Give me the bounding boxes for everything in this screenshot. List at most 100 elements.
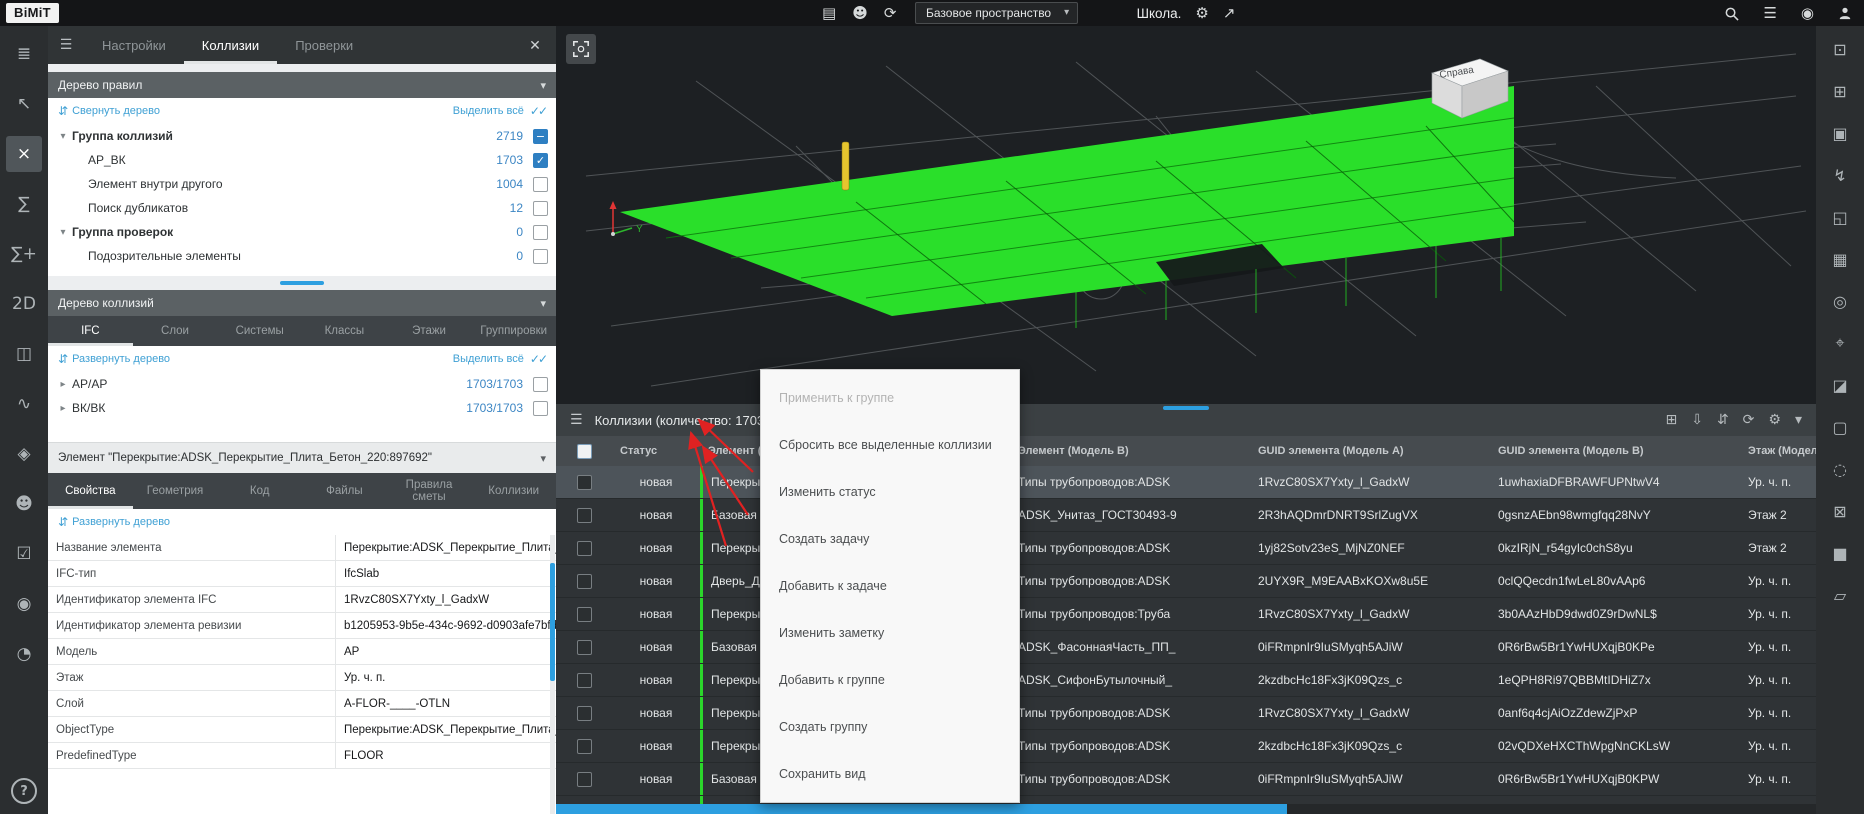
tab-settings[interactable]: Настройки xyxy=(84,26,184,64)
workspace-selector[interactable]: Базовое пространство ▾ xyxy=(915,2,1078,24)
context-menu-item[interactable]: Создать задачу xyxy=(761,515,1019,562)
settings-gear-icon[interactable]: ⚙ xyxy=(1195,4,1208,22)
table-row[interactable]: новаяПерекрытие:ADSK_Перекрытие_Плита_Бе… xyxy=(556,466,1816,499)
property-row[interactable]: IFC-типIfcSlab xyxy=(48,561,556,587)
tree-row[interactable]: ▾Группа проверок0 xyxy=(48,220,556,244)
screenshot-icon[interactable]: ▣ xyxy=(1824,118,1856,148)
duplicate-icon[interactable]: ⊞ xyxy=(1665,412,1677,428)
table-row[interactable]: новаяПерекрытие:ADSK_ПерекрытиеТипы труб… xyxy=(556,532,1816,565)
tab-systems[interactable]: Системы xyxy=(217,316,302,346)
property-row[interactable]: Идентификатор элемента IFC1RvzC80SX7Yxty… xyxy=(48,587,556,613)
table-row[interactable]: новаяПерекрытие:ADSK_ПерекрытиеТипы труб… xyxy=(556,730,1816,763)
expand-properties-link[interactable]: Развернуть дерево xyxy=(72,516,170,528)
row-checkbox[interactable] xyxy=(577,607,592,622)
plugins-tool-icon[interactable]: ◈ xyxy=(6,436,42,472)
2d-view-icon[interactable]: 2D xyxy=(6,286,42,322)
table-row[interactable]: новаяБазовая стена:ADSK_СтенаADSK_Унитаз… xyxy=(556,499,1816,532)
tab-geometry[interactable]: Геометрия xyxy=(133,473,218,509)
select-tool-icon[interactable]: ↖ xyxy=(6,86,42,122)
team-icon[interactable]: ☻ xyxy=(852,4,868,22)
quick-section-icon[interactable]: ↯ xyxy=(1824,160,1856,190)
users-admin-tool-icon[interactable]: ◉ xyxy=(6,586,42,622)
expand-tree-icon[interactable]: ⇵ xyxy=(58,352,66,366)
chevron-down-icon[interactable]: ▾ xyxy=(540,297,546,310)
row-checkbox[interactable] xyxy=(577,640,592,655)
tree-row[interactable]: ▸АР/АР1703/1703 xyxy=(48,372,556,396)
sum-tool-icon[interactable]: ∑ xyxy=(6,186,42,222)
share-icon[interactable]: ↗ xyxy=(1223,4,1236,22)
collapse-table-icon[interactable]: ▾ xyxy=(1795,412,1802,428)
export-icon[interactable]: ⇩ xyxy=(1691,412,1703,428)
list-menu-icon[interactable]: ☰ xyxy=(1763,4,1776,22)
context-menu-item[interactable]: Сохранить вид xyxy=(761,751,1019,798)
checkbox[interactable] xyxy=(533,225,548,240)
fit-view-icon[interactable]: ⊡ xyxy=(1824,34,1856,64)
table-row[interactable]: новаяПерекрытие:ADSK_Перекрытие_Плита_Бе… xyxy=(556,697,1816,730)
expand-tree-icon[interactable]: ⇵ xyxy=(58,515,66,529)
zoom-window-icon[interactable]: ⊞ xyxy=(1824,76,1856,106)
element-header[interactable]: Элемент "Перекрытие:ADSK_Перекрытие_Плит… xyxy=(48,442,556,473)
sort-icon[interactable]: ⇵ xyxy=(1717,412,1729,428)
tree-row[interactable]: ▸ВК/ВК1703/1703 xyxy=(48,396,556,420)
dashboard-tool-icon[interactable]: ◔ xyxy=(6,636,42,672)
context-menu-item[interactable]: Добавить к группе xyxy=(761,657,1019,704)
select-all-link[interactable]: Выделить всё xyxy=(453,353,524,365)
tab-floors[interactable]: Этажи xyxy=(387,316,472,346)
row-checkbox[interactable] xyxy=(577,772,592,787)
row-checkbox[interactable] xyxy=(577,673,592,688)
expander-icon[interactable]: ▸ xyxy=(54,379,72,390)
horizontal-scrollbar[interactable] xyxy=(556,804,1816,814)
select-all-link[interactable]: Выделить всё xyxy=(453,105,524,117)
column-header[interactable]: Этаж (Модель A) xyxy=(1740,445,1816,457)
column-header[interactable]: GUID элемента (Модель A) xyxy=(1250,445,1490,457)
row-checkbox[interactable] xyxy=(577,508,592,523)
expander-icon[interactable]: ▾ xyxy=(54,227,72,238)
tab-element-collisions[interactable]: Коллизии xyxy=(471,473,556,509)
chevron-down-icon[interactable]: ▾ xyxy=(540,452,546,465)
table-row[interactable]: новаяПерекрытие:ADSK_ПерекрытиеADSK_Сифо… xyxy=(556,664,1816,697)
row-checkbox[interactable] xyxy=(577,574,592,589)
table-row[interactable]: новаяБазовая стена:ADSK_СтенаТипы трубоп… xyxy=(556,763,1816,796)
tab-classes[interactable]: Классы xyxy=(302,316,387,346)
tree-row[interactable]: Элемент внутри другого1004 xyxy=(48,172,556,196)
analytics-tool-icon[interactable]: ∿ xyxy=(6,386,42,422)
expand-tree-link[interactable]: Развернуть дерево xyxy=(72,353,170,365)
checkbox[interactable] xyxy=(533,249,548,264)
property-row[interactable]: ObjectTypeПерекрытие:ADSK_Перекрытие_Пли… xyxy=(48,717,556,743)
collapse-tree-icon[interactable]: ⇵ xyxy=(58,104,66,118)
home-view-button[interactable] xyxy=(566,34,596,64)
tab-groupings[interactable]: Группировки xyxy=(471,316,556,346)
table-settings-icon[interactable]: ⚙ xyxy=(1768,412,1781,428)
table-row[interactable]: новаяБазовая стена:ADSK_СтенаADSK_Фасонн… xyxy=(556,631,1816,664)
search-icon[interactable] xyxy=(1724,6,1739,21)
tab-code[interactable]: Код xyxy=(217,473,302,509)
row-checkbox[interactable] xyxy=(577,541,592,556)
sync-icon[interactable]: ⟳ xyxy=(884,4,897,22)
grid-view-icon[interactable]: ▦ xyxy=(1824,244,1856,274)
property-row[interactable]: Идентификатор элемента ревизииb1205953-9… xyxy=(48,613,556,639)
sum-plus-tool-icon[interactable]: ∑+ xyxy=(6,236,42,272)
tasks-tool-icon[interactable]: ☑ xyxy=(6,536,42,572)
context-menu-item[interactable]: Изменить статус xyxy=(761,468,1019,515)
collisions-tool-icon[interactable]: × xyxy=(6,136,42,172)
column-header[interactable]: Статус xyxy=(612,445,700,457)
collapse-tree-link[interactable]: Свернуть дерево xyxy=(72,105,160,117)
checkbox[interactable] xyxy=(533,377,548,392)
tab-properties[interactable]: Свойства xyxy=(48,473,133,509)
tab-layers[interactable]: Слои xyxy=(133,316,218,346)
select-all-checkbox[interactable] xyxy=(577,444,592,459)
section-plane-icon[interactable]: ◪ xyxy=(1824,370,1856,400)
tree-row[interactable]: АР_ВК1703✓ xyxy=(48,148,556,172)
explode-view-icon[interactable]: ▱ xyxy=(1824,580,1856,610)
solid-mode-icon[interactable]: ■ xyxy=(1824,538,1856,568)
tree-row[interactable]: Поиск дубликатов12 xyxy=(48,196,556,220)
collision-tree-header[interactable]: Дерево коллизий ▾ xyxy=(48,290,556,316)
tab-collisions[interactable]: Коллизии xyxy=(184,26,277,64)
collaboration-tool-icon[interactable]: ☻ xyxy=(6,486,42,522)
selection-frame-icon[interactable]: ▢ xyxy=(1824,412,1856,442)
tab-checks[interactable]: Проверки xyxy=(277,26,371,64)
close-panel-icon[interactable]: ✕ xyxy=(514,26,556,64)
help-icon[interactable]: ? xyxy=(11,778,37,804)
expander-icon[interactable]: ▾ xyxy=(54,131,72,142)
checkbox[interactable]: ✓ xyxy=(533,153,548,168)
